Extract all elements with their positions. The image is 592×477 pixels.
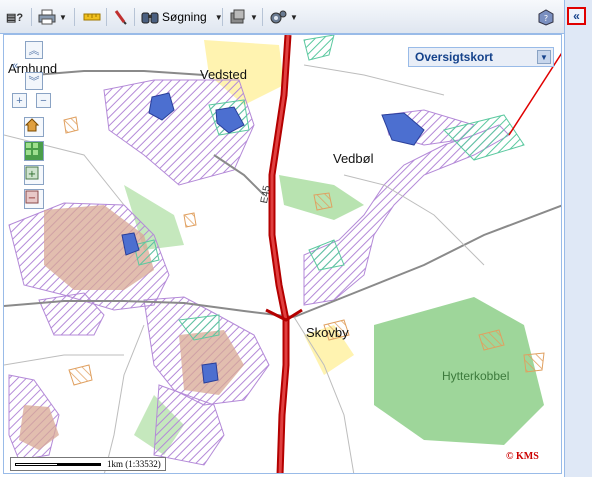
scale-bar: 1km (1:33532) — [10, 457, 166, 471]
help-icon: ▤? — [6, 11, 24, 24]
pan-left-button[interactable]: « — [6, 57, 24, 75]
toolbar-separator — [134, 8, 135, 26]
measure-button[interactable] — [83, 7, 101, 27]
layers-button[interactable]: ▼ — [229, 7, 258, 27]
chevron-down-icon: ▼ — [250, 12, 258, 22]
forest-label: Hytterkobbel — [442, 369, 510, 383]
scale-text: 1km (1:33532) — [107, 459, 161, 469]
ruler-icon — [83, 13, 101, 21]
chevron-down-icon: ︾ — [28, 76, 40, 88]
minus-icon: − — [40, 94, 47, 107]
toolbar-separator — [31, 8, 32, 26]
zoom-box-out-button[interactable]: − — [24, 189, 44, 209]
scale-bar-segment — [15, 463, 58, 466]
chevron-down-icon[interactable]: ▼ — [537, 50, 551, 64]
toolbar-separator — [74, 8, 75, 26]
town-label: Vedsted — [200, 67, 247, 82]
overview-map-label: Oversigtskort — [415, 50, 494, 64]
gear-icon — [270, 10, 287, 24]
info-book-icon: ? — [538, 9, 554, 26]
pan-down-button[interactable]: ︾ — [25, 72, 43, 90]
layers-icon — [230, 9, 245, 24]
map-canvas — [4, 35, 561, 473]
full-extent-button[interactable] — [24, 141, 44, 161]
chevron-up-icon: ︽ — [28, 45, 40, 57]
chevron-left-icon: « — [11, 60, 19, 72]
svg-text:?: ? — [544, 14, 548, 23]
zoom-in-button[interactable]: + — [12, 93, 27, 108]
help-button[interactable]: ▤? — [6, 7, 23, 27]
overview-map-dropdown[interactable]: Oversigtskort ▼ — [408, 47, 554, 67]
extent-icon — [26, 143, 38, 155]
zoom-box-in-button[interactable]: + — [24, 165, 44, 185]
zoom-out-icon: − — [25, 190, 39, 204]
plus-icon: + — [16, 94, 23, 107]
about-button[interactable]: ? — [537, 7, 555, 27]
pen-icon — [114, 10, 127, 25]
town-label: Vedbøl — [333, 151, 374, 166]
home-button[interactable] — [24, 117, 44, 137]
expand-panel-button[interactable]: « — [567, 7, 586, 25]
pan-up-button[interactable]: ︽ — [25, 41, 43, 59]
toolbar-separator — [262, 8, 263, 26]
chevron-down-icon: ▼ — [59, 12, 67, 22]
copyright-label: © KMS — [506, 451, 539, 462]
binoculars-icon — [141, 12, 159, 24]
map-toolbar: ▤? ▼ Søgning ▼ ▼ ▼ ? — [0, 0, 592, 34]
settings-button[interactable]: ▼ — [269, 7, 298, 27]
map-view[interactable]: Arnhund Vedsted Vedbøl Skovby Hytterkobb… — [3, 34, 562, 474]
search-label: Søgning — [162, 10, 207, 24]
svg-text:+: + — [28, 169, 36, 180]
draw-button[interactable] — [113, 7, 129, 27]
toolbar-separator — [106, 8, 107, 26]
svg-text:−: − — [28, 193, 36, 204]
home-icon — [25, 118, 39, 132]
collapsed-side-panel — [564, 0, 592, 477]
printer-icon — [38, 9, 56, 25]
chevron-down-icon: ▼ — [290, 12, 298, 22]
zoom-in-icon: + — [25, 166, 39, 180]
town-label: Skovby — [306, 325, 349, 340]
search-button[interactable]: Søgning ▼ — [141, 7, 223, 27]
toolbar-separator — [222, 8, 223, 26]
double-chevron-left-icon: « — [573, 9, 580, 23]
print-button[interactable]: ▼ — [38, 7, 67, 27]
zoom-out-button[interactable]: − — [36, 93, 51, 108]
motorway-e45 — [265, 35, 303, 473]
